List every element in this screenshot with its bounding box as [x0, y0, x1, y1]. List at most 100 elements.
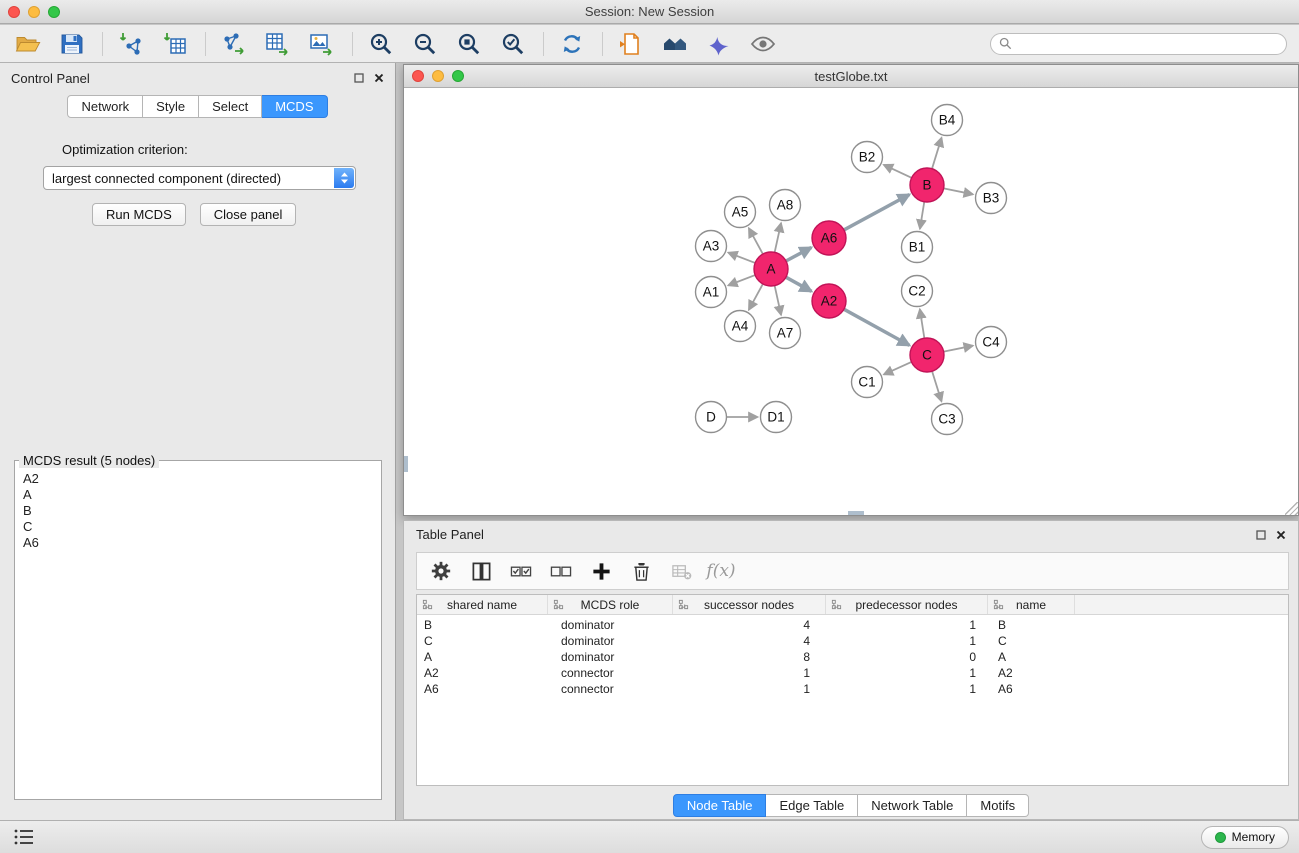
graph-node-A8[interactable]: A8: [770, 190, 801, 221]
graph-node-B1[interactable]: B1: [902, 232, 933, 263]
tab-edge-table[interactable]: Edge Table: [766, 794, 858, 817]
graph-edge-B-B3[interactable]: [944, 188, 973, 194]
graph-node-A4[interactable]: A4: [725, 311, 756, 342]
graph-edge-C-C3[interactable]: [932, 371, 941, 401]
add-column-button[interactable]: [587, 557, 615, 585]
criterion-dropdown[interactable]: largest connected component (directed): [43, 166, 356, 190]
export-table-button[interactable]: [262, 28, 294, 60]
graph-node-C2[interactable]: C2: [902, 276, 933, 307]
graph-node-A7[interactable]: A7: [770, 318, 801, 349]
result-item[interactable]: A: [17, 487, 379, 503]
result-item[interactable]: A2: [17, 471, 379, 487]
graph-edge-C-C4[interactable]: [944, 346, 973, 352]
column-header[interactable]: name: [988, 595, 1075, 614]
function-builder-button[interactable]: f(x): [707, 557, 735, 585]
tab-network-table[interactable]: Network Table: [858, 794, 967, 817]
network-from-clipboard-button[interactable]: [615, 28, 647, 60]
graph-edge-A-A6[interactable]: [786, 247, 811, 261]
graph-edge-A-A7[interactable]: [775, 286, 781, 315]
graph-node-B4[interactable]: B4: [932, 105, 963, 136]
table-row[interactable]: Bdominator41B: [417, 617, 1288, 633]
graph-edge-C-C1[interactable]: [884, 362, 912, 374]
graph-edge-A-A8[interactable]: [775, 223, 781, 252]
network-canvas[interactable]: B4B2BB3A5A8A6B1A3AA1C2A2A4A7C4CC1C3DD1: [404, 88, 1298, 515]
table-row[interactable]: Adominator80A: [417, 649, 1288, 665]
help-button[interactable]: [703, 28, 735, 60]
zoom-view-button[interactable]: [452, 70, 464, 82]
result-item[interactable]: B: [17, 503, 379, 519]
graph-node-B3[interactable]: B3: [976, 183, 1007, 214]
home-button[interactable]: [659, 28, 691, 60]
delete-columns-button[interactable]: [627, 557, 655, 585]
graph-node-D[interactable]: D: [696, 402, 727, 433]
delete-table-button[interactable]: [667, 557, 695, 585]
select-all-button[interactable]: [507, 557, 535, 585]
graph-edge-B-B2[interactable]: [884, 165, 912, 178]
import-table-file-button[interactable]: [159, 28, 191, 60]
save-session-button[interactable]: [56, 28, 88, 60]
graph-node-A5[interactable]: A5: [725, 197, 756, 228]
close-panel-icon[interactable]: [374, 73, 384, 83]
column-header[interactable]: successor nodes: [673, 595, 826, 614]
result-item[interactable]: A6: [17, 535, 379, 551]
graph-node-A2[interactable]: A2: [812, 284, 846, 318]
open-session-button[interactable]: [12, 28, 44, 60]
graph-edge-A-A4[interactable]: [749, 284, 763, 310]
graph-edge-A6-B[interactable]: [844, 195, 909, 230]
graph-node-C1[interactable]: C1: [852, 367, 883, 398]
export-network-button[interactable]: [218, 28, 250, 60]
float-panel-icon[interactable]: [1256, 530, 1266, 540]
table-row[interactable]: A6connector11A6: [417, 681, 1288, 697]
unselect-all-button[interactable]: [547, 557, 575, 585]
graph-node-D1[interactable]: D1: [761, 402, 792, 433]
close-panel-button[interactable]: Close panel: [200, 203, 297, 226]
graph-node-C3[interactable]: C3: [932, 404, 963, 435]
memory-button[interactable]: Memory: [1201, 826, 1289, 849]
show-details-button[interactable]: [747, 28, 779, 60]
graph-node-C[interactable]: C: [910, 338, 944, 372]
graph-edge-A-A3[interactable]: [728, 253, 755, 263]
panel-resize-grip[interactable]: [404, 456, 408, 472]
graph-edge-B-B4[interactable]: [932, 138, 942, 169]
apply-layout-button[interactable]: [556, 28, 588, 60]
minimize-window-button[interactable]: [28, 6, 40, 18]
column-header[interactable]: MCDS role: [548, 595, 673, 614]
result-item[interactable]: C: [17, 519, 379, 535]
graph-edge-A-A2[interactable]: [786, 277, 812, 291]
search-input[interactable]: [1017, 36, 1278, 51]
tab-style[interactable]: Style: [143, 95, 199, 118]
task-history-button[interactable]: [10, 825, 38, 849]
close-window-button[interactable]: [8, 6, 20, 18]
close-view-button[interactable]: [412, 70, 424, 82]
float-panel-icon[interactable]: [354, 73, 364, 83]
tab-motifs[interactable]: Motifs: [967, 794, 1029, 817]
run-mcds-button[interactable]: Run MCDS: [92, 203, 186, 226]
graph-node-A3[interactable]: A3: [696, 231, 727, 262]
graph-edge-A2-C[interactable]: [844, 309, 910, 345]
table-settings-button[interactable]: [427, 557, 455, 585]
zoom-fit-button[interactable]: [453, 28, 485, 60]
show-columns-button[interactable]: [467, 557, 495, 585]
graph-node-C4[interactable]: C4: [976, 327, 1007, 358]
column-header[interactable]: shared name: [417, 595, 548, 614]
graph-node-B[interactable]: B: [910, 168, 944, 202]
panel-resize-grip[interactable]: [848, 511, 864, 515]
minimize-view-button[interactable]: [432, 70, 444, 82]
graph-node-A1[interactable]: A1: [696, 277, 727, 308]
graph-edge-B-B1[interactable]: [920, 202, 924, 229]
network-graph[interactable]: B4B2BB3A5A8A6B1A3AA1C2A2A4A7C4CC1C3DD1: [404, 88, 1298, 515]
graph-edge-C-C2[interactable]: [920, 309, 925, 338]
zoom-window-button[interactable]: [48, 6, 60, 18]
close-panel-icon[interactable]: [1276, 530, 1286, 540]
tab-network[interactable]: Network: [67, 95, 143, 118]
zoom-out-button[interactable]: [409, 28, 441, 60]
graph-node-B2[interactable]: B2: [852, 142, 883, 173]
graph-edge-A-A5[interactable]: [749, 228, 763, 254]
window-resize-corner[interactable]: [1285, 502, 1298, 515]
column-header[interactable]: predecessor nodes: [826, 595, 988, 614]
network-window-titlebar[interactable]: testGlobe.txt: [404, 65, 1298, 88]
import-network-file-button[interactable]: [115, 28, 147, 60]
graph-node-A[interactable]: A: [754, 252, 788, 286]
tab-node-table[interactable]: Node Table: [673, 794, 767, 817]
table-row[interactable]: Cdominator41C: [417, 633, 1288, 649]
